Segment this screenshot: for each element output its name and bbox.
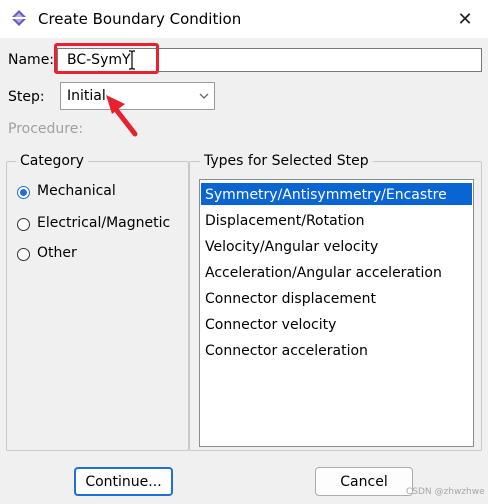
diamond-app-icon	[11, 10, 27, 26]
radio-button-selected[interactable]	[17, 186, 30, 199]
radio-other-label: Other	[37, 245, 77, 261]
list-item[interactable]: Connector acceleration	[201, 339, 472, 361]
annotation-arrow-icon	[106, 95, 138, 137]
radio-mechanical-label: Mechanical	[37, 183, 116, 199]
types-list[interactable]: Symmetry/Antisymmetry/Encastre Displacem…	[199, 179, 474, 447]
list-item[interactable]: Connector displacement	[201, 287, 472, 309]
list-item[interactable]: Displacement/Rotation	[201, 209, 472, 231]
radio-electrical-label: Electrical/Magnetic	[37, 215, 171, 231]
list-item[interactable]: Velocity/Angular velocity	[201, 235, 472, 257]
radio-button[interactable]	[17, 218, 30, 231]
step-select-value: Initial	[67, 88, 106, 104]
continue-button[interactable]: Continue...	[74, 467, 173, 496]
cancel-button[interactable]: Cancel	[315, 467, 413, 496]
types-title: Types for Selected Step	[200, 153, 373, 169]
category-group	[6, 161, 189, 451]
list-item[interactable]: Connector velocity	[201, 313, 472, 335]
chevron-down-icon	[199, 93, 209, 99]
radio-button[interactable]	[17, 248, 30, 261]
annotation-highlight-box	[54, 43, 159, 74]
step-label: Step:	[8, 89, 45, 105]
close-icon[interactable]: ✕	[452, 6, 478, 32]
procedure-label: Procedure:	[8, 121, 84, 137]
list-item[interactable]: Symmetry/Antisymmetry/Encastre	[201, 183, 472, 205]
window-title: Create Boundary Condition	[38, 10, 242, 28]
watermark-text: CSDN @zhwzhwe	[406, 487, 485, 497]
category-title: Category	[16, 153, 88, 169]
name-label: Name:	[8, 52, 55, 68]
list-item[interactable]: Acceleration/Angular acceleration	[201, 261, 472, 283]
text-cursor-icon	[129, 50, 135, 70]
